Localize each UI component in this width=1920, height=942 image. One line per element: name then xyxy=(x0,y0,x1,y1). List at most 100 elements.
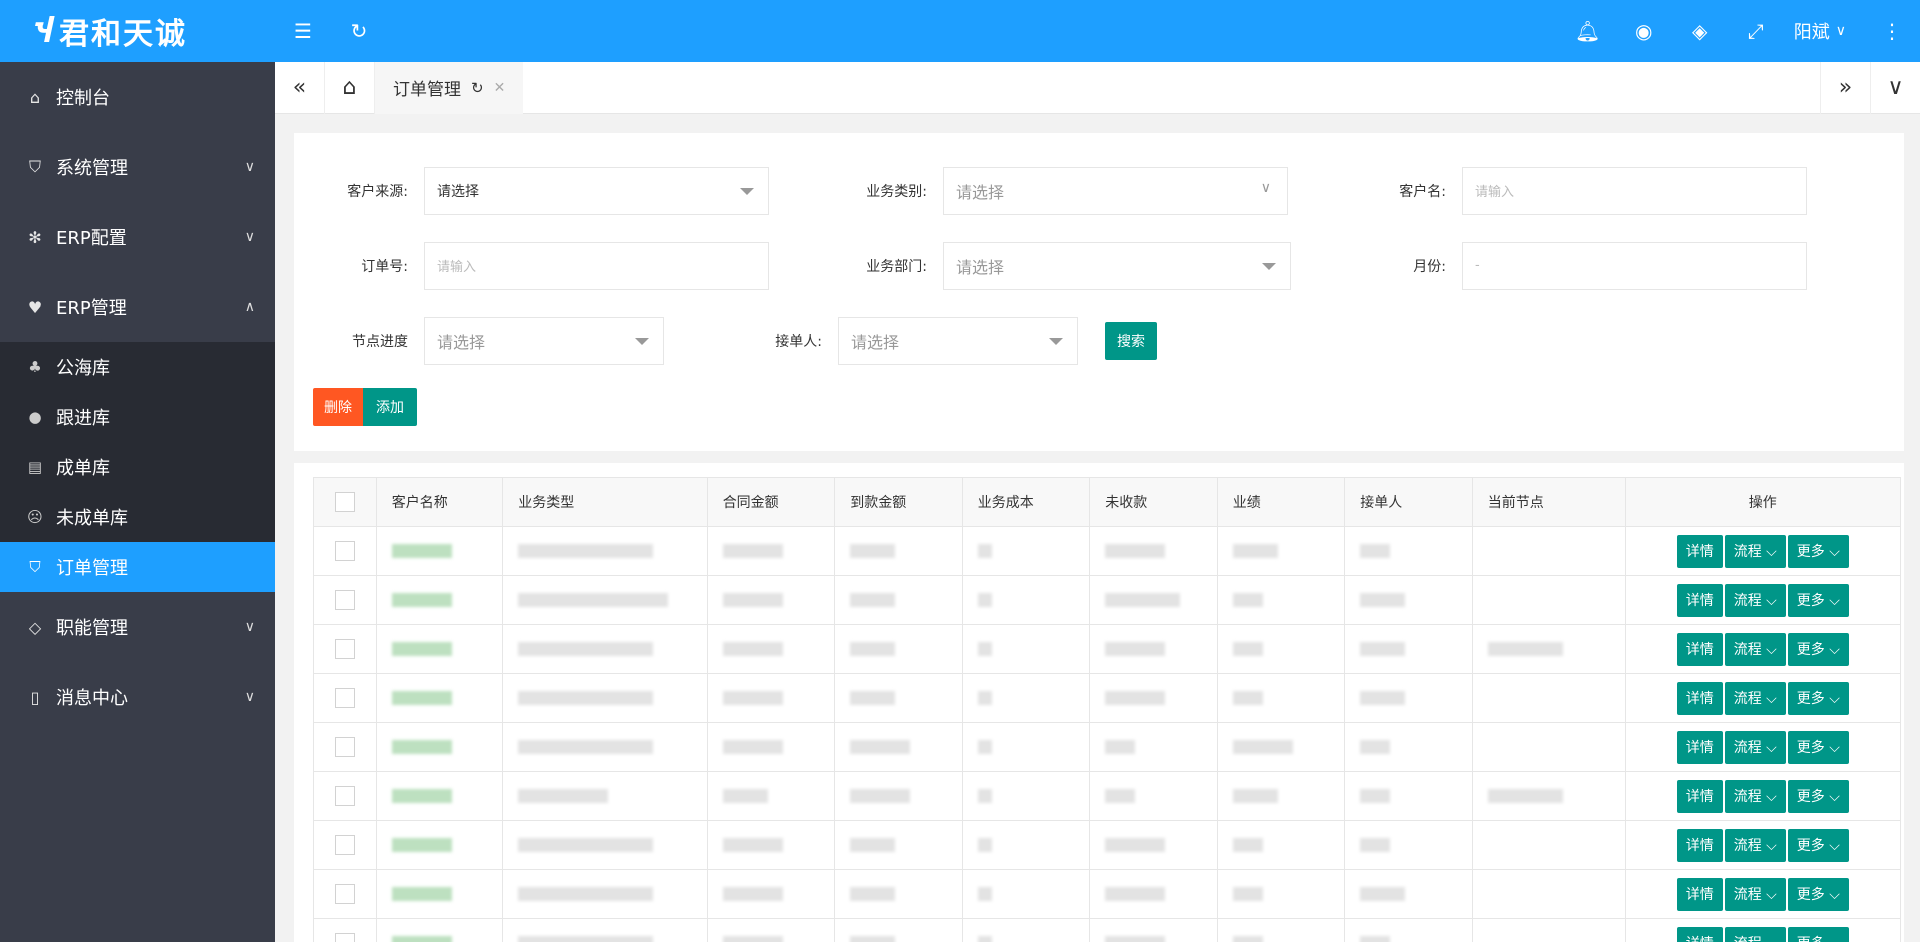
detail-button[interactable]: 详情 xyxy=(1676,877,1723,911)
sidebar-item-functions[interactable]: ◇ 职能管理 ∨ xyxy=(0,592,275,662)
select-all-checkbox[interactable] xyxy=(334,492,355,512)
flow-button[interactable]: 流程 ⌵ xyxy=(1724,877,1786,911)
refresh-icon[interactable]: ↻ xyxy=(331,0,387,62)
detail-button[interactable]: 详情 xyxy=(1676,779,1723,813)
sidebar-item-lost-deals[interactable]: ☹ 未成单库 xyxy=(0,492,275,542)
sidebar-item-erp-config[interactable]: ✻ ERP配置 ∨ xyxy=(0,202,275,272)
more-button[interactable]: 更多 ⌵ xyxy=(1787,926,1849,942)
tabs-scroll-right-icon[interactable]: » xyxy=(1820,61,1870,114)
tab-orders[interactable]: 订单管理 ↻ ✕ xyxy=(375,61,524,114)
bell-icon[interactable]: 🔔︎ xyxy=(1560,0,1616,62)
receiver-select[interactable]: 请选择 xyxy=(838,316,1078,365)
row-checkbox-cell[interactable] xyxy=(313,820,377,870)
customer-source-select[interactable]: 请选择 xyxy=(424,166,769,215)
row-checkbox[interactable] xyxy=(334,933,355,942)
row-checkbox-cell[interactable] xyxy=(313,722,377,772)
detail-button[interactable]: 详情 xyxy=(1676,828,1723,862)
column-header[interactable]: 客户名称 xyxy=(375,477,504,527)
column-header[interactable]: 当前节点 xyxy=(1471,477,1626,527)
home-tab-icon[interactable]: ⌂ xyxy=(325,61,375,114)
add-button[interactable]: 添加 xyxy=(363,388,417,426)
node-progress-select[interactable]: 请选择 xyxy=(424,316,664,365)
select-all-checkbox-cell[interactable] xyxy=(313,477,377,527)
row-checkbox-cell[interactable] xyxy=(313,918,377,942)
row-checkbox-cell[interactable] xyxy=(313,624,377,674)
sidebar-item-erp-manage[interactable]: ♥ ERP管理 ∧ xyxy=(0,272,275,342)
user-menu[interactable]: 阳斌 ∨ xyxy=(1784,18,1864,44)
column-header[interactable]: 未收款 xyxy=(1089,477,1218,527)
tabs-dropdown-icon[interactable]: ∨ xyxy=(1870,61,1920,114)
delete-button[interactable]: 删除 xyxy=(313,388,363,426)
order-no-input[interactable]: 请输入 xyxy=(424,241,769,290)
flow-button[interactable]: 流程 ⌵ xyxy=(1724,828,1786,862)
menu-toggle-icon[interactable]: ☰ xyxy=(275,0,331,62)
more-button[interactable]: 更多 ⌵ xyxy=(1787,877,1849,911)
flow-button[interactable]: 流程 ⌵ xyxy=(1724,926,1786,942)
flow-button[interactable]: 流程 ⌵ xyxy=(1724,632,1786,666)
more-button[interactable]: 更多 ⌵ xyxy=(1787,828,1849,862)
row-checkbox[interactable] xyxy=(334,884,355,904)
search-button[interactable]: 搜索 xyxy=(1105,321,1157,360)
more-button[interactable]: 更多 ⌵ xyxy=(1787,583,1849,617)
row-checkbox-cell[interactable] xyxy=(313,771,377,821)
row-checkbox[interactable] xyxy=(334,786,355,806)
column-header[interactable]: 接单人 xyxy=(1344,477,1473,527)
column-header[interactable]: 业绩 xyxy=(1216,477,1346,527)
palette-icon[interactable]: ◉ xyxy=(1616,0,1672,62)
flow-button[interactable]: 流程 ⌵ xyxy=(1724,534,1786,568)
table-cell xyxy=(502,624,708,674)
sidebar-item-console[interactable]: ⌂ 控制台 xyxy=(0,62,275,132)
detail-button[interactable]: 详情 xyxy=(1676,681,1723,715)
business-category-select[interactable]: 请选择 ∨ xyxy=(943,166,1288,215)
row-checkbox[interactable] xyxy=(334,835,355,855)
customer-name-input[interactable]: 请输入 xyxy=(1462,166,1807,215)
row-checkbox[interactable] xyxy=(334,639,355,659)
table-cell xyxy=(706,722,836,772)
row-checkbox-cell[interactable] xyxy=(313,526,377,576)
row-checkbox[interactable] xyxy=(334,737,355,757)
column-header[interactable]: 合同金额 xyxy=(706,477,836,527)
sidebar-item-messages[interactable]: ▯ 消息中心 ∨ xyxy=(0,662,275,732)
tabs-scroll-left-icon[interactable]: « xyxy=(275,61,325,114)
detail-button[interactable]: 详情 xyxy=(1676,583,1723,617)
tab-refresh-icon[interactable]: ↻ xyxy=(471,79,484,97)
business-dept-select[interactable]: 请选择 xyxy=(943,241,1291,290)
more-button[interactable]: 更多 ⌵ xyxy=(1787,681,1849,715)
tag-icon[interactable]: ◈ xyxy=(1672,0,1728,62)
detail-button[interactable]: 详情 xyxy=(1676,730,1723,764)
more-button[interactable]: 更多 ⌵ xyxy=(1787,534,1849,568)
sidebar-item-public-pool[interactable]: ♣ 公海库 xyxy=(0,342,275,392)
column-header[interactable]: 业务成本 xyxy=(961,477,1091,527)
column-header[interactable]: 到款金额 xyxy=(834,477,963,527)
detail-button[interactable]: 详情 xyxy=(1676,534,1723,568)
tab-close-icon[interactable]: ✕ xyxy=(494,80,506,96)
table-actions: 删除 添加 xyxy=(313,388,1904,426)
more-button[interactable]: 更多 ⌵ xyxy=(1787,730,1849,764)
sidebar-item-system[interactable]: ⛉ 系统管理 ∨ xyxy=(0,132,275,202)
sidebar-item-label: 职能管理 xyxy=(56,618,128,639)
sidebar-item-closed-deals[interactable]: ▤ 成单库 xyxy=(0,442,275,492)
row-checkbox-cell[interactable] xyxy=(313,869,377,919)
more-button[interactable]: 更多 ⌵ xyxy=(1787,632,1849,666)
flow-button[interactable]: 流程 ⌵ xyxy=(1724,779,1786,813)
row-checkbox-cell[interactable] xyxy=(313,575,377,625)
more-button[interactable]: 更多 ⌵ xyxy=(1787,779,1849,813)
detail-button[interactable]: 详情 xyxy=(1676,632,1723,666)
row-checkbox-cell[interactable] xyxy=(313,673,377,723)
more-vertical-icon[interactable]: ⋮ xyxy=(1864,0,1920,62)
row-checkbox[interactable] xyxy=(334,590,355,610)
flow-button[interactable]: 流程 ⌵ xyxy=(1724,730,1786,764)
app-logo[interactable]: Ⴣ 君和天诚 xyxy=(0,0,275,62)
row-checkbox[interactable] xyxy=(334,541,355,561)
detail-button[interactable]: 详情 xyxy=(1676,926,1723,942)
month-picker[interactable]: - xyxy=(1462,241,1807,290)
column-header[interactable]: 业务类型 xyxy=(502,477,708,527)
flow-button[interactable]: 流程 ⌵ xyxy=(1724,583,1786,617)
flow-button[interactable]: 流程 ⌵ xyxy=(1724,681,1786,715)
sidebar-item-follow-up[interactable]: ● 跟进库 xyxy=(0,392,275,442)
row-checkbox[interactable] xyxy=(334,688,355,708)
sidebar-item-orders[interactable]: ⛉ 订单管理 xyxy=(0,542,275,592)
fullscreen-icon[interactable]: ⤢ xyxy=(1728,0,1784,62)
table-cell xyxy=(1089,771,1218,821)
table-cell xyxy=(834,722,963,772)
